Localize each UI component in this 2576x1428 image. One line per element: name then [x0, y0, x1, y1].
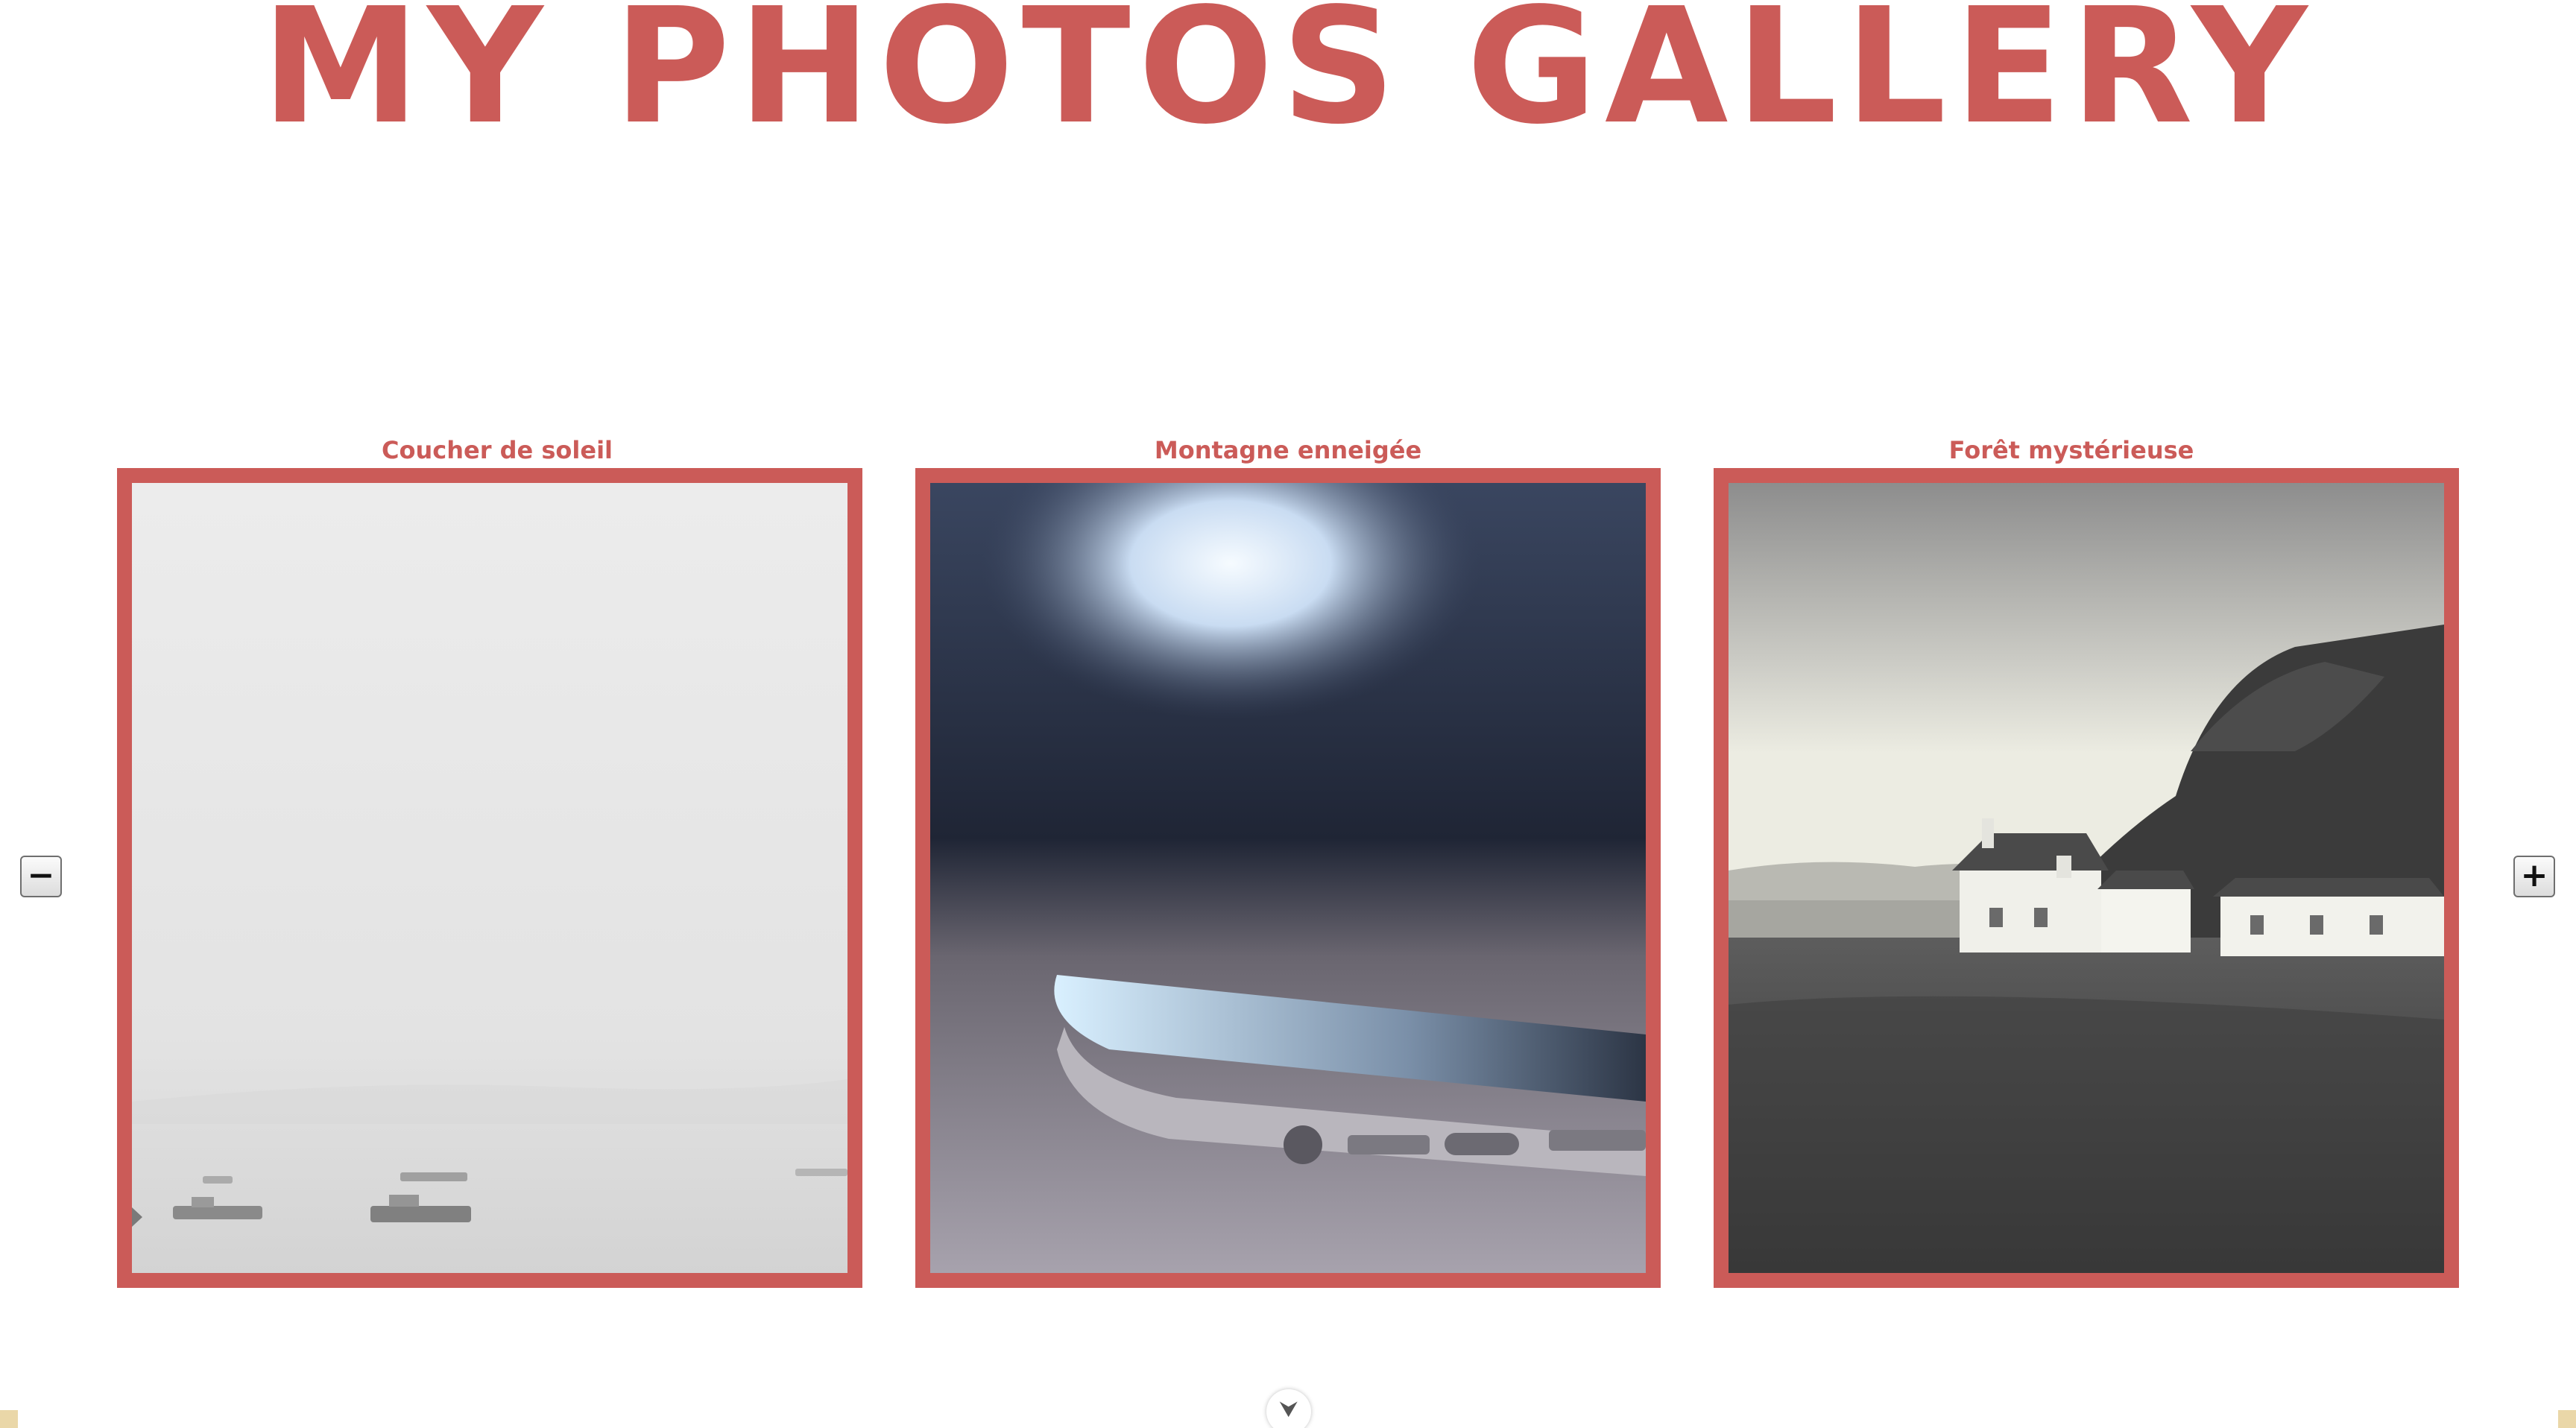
- photo-frame[interactable]: [1714, 468, 2459, 1288]
- card-caption: Coucher de soleil: [381, 436, 613, 464]
- page-title: My Photos Gallery: [261, 0, 2315, 142]
- card-caption: Montagne enneigée: [1154, 436, 1422, 464]
- previous-button[interactable]: −: [20, 856, 62, 897]
- smartphone-closeup-photo: [930, 483, 1646, 1273]
- next-button[interactable]: +: [2513, 856, 2555, 897]
- chevron-down-icon[interactable]: ⮟: [1266, 1389, 1311, 1428]
- window-corner: [0, 1410, 18, 1428]
- window-corner: [2558, 1410, 2576, 1428]
- gallery-page: My Photos Gallery Coucher de soleil: [0, 0, 2576, 1428]
- coastal-cottages-cliff-photo: [1729, 483, 2444, 1273]
- photo-frame[interactable]: [117, 468, 862, 1288]
- card-caption: Forêt mystérieuse: [1948, 436, 2194, 464]
- foggy-sea-boats-photo: [132, 483, 847, 1273]
- photo-frame[interactable]: [915, 468, 1661, 1288]
